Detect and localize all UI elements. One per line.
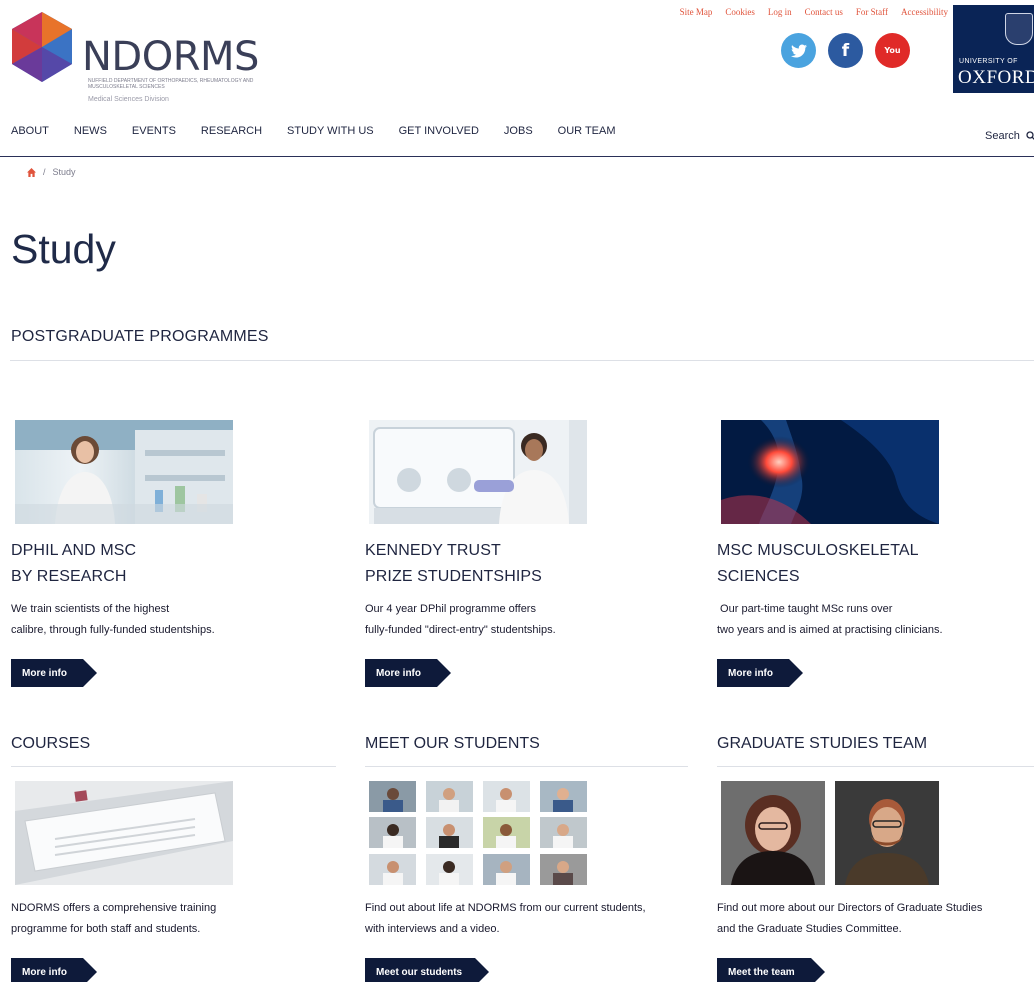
facebook-icon[interactable]: f	[828, 33, 863, 68]
kennedy-title-line1: KENNEDY TRUST	[365, 542, 501, 559]
kennedy-desc-line2: fully-funded "direct-entry" studentships…	[365, 624, 556, 636]
dphil-image[interactable]	[15, 420, 233, 524]
logo-subtitle: Nuffield Department of Orthopaedics, Rhe…	[88, 78, 254, 90]
nav-research[interactable]: RESEARCH	[201, 125, 262, 137]
oxford-crest-icon	[1005, 13, 1033, 45]
meet-students-image-grid[interactable]	[369, 781, 587, 885]
kennedy-trust-description: Our 4 year DPhil programme offers fully-…	[365, 599, 556, 641]
dphil-description: We train scientists of the highest calib…	[11, 599, 215, 641]
kennedy-trust-title[interactable]: KENNEDY TRUST PRIZE STUDENTSHIPS	[365, 538, 542, 590]
nav-news[interactable]: NEWS	[74, 125, 107, 137]
search-icon	[1026, 131, 1034, 141]
meet-students-desc-line2: with interviews and a video.	[365, 923, 500, 935]
search-button[interactable]: Search	[985, 130, 1034, 142]
meet-the-team-button[interactable]: Meet the team	[717, 958, 825, 982]
search-label: Search	[985, 130, 1020, 142]
facebook-glyph: f	[841, 40, 850, 61]
meet-students-desc-line1: Find out about life at NDORMS from our c…	[365, 902, 646, 914]
meet-students-heading[interactable]: MEET OUR STUDENTS	[365, 735, 540, 753]
courses-desc-line1: NDORMS offers a comprehensive training	[11, 902, 217, 914]
social-links: f You	[781, 33, 910, 68]
nav-events[interactable]: EVENTS	[132, 125, 176, 137]
graduate-team-heading[interactable]: GRADUATE STUDIES TEAM	[717, 735, 927, 753]
youtube-glyph: You	[884, 46, 901, 55]
nav-jobs[interactable]: JOBS	[504, 125, 533, 137]
meet-students-description: Find out about life at NDORMS from our c…	[365, 898, 646, 940]
cookies-link[interactable]: Cookies	[725, 7, 755, 17]
for-staff-link[interactable]: For Staff	[856, 7, 888, 17]
dphil-more-info-button[interactable]: More info	[11, 659, 97, 687]
courses-heading[interactable]: COURSES	[11, 735, 90, 753]
page-title: Study	[11, 226, 116, 272]
breadcrumb-current: Study	[52, 167, 76, 177]
nav-divider	[0, 156, 1034, 157]
nav-study-with-us[interactable]: STUDY WITH US	[287, 125, 374, 137]
accessibility-link[interactable]: Accessibility	[901, 7, 948, 17]
breadcrumb: / Study	[27, 167, 76, 177]
nav-get-involved[interactable]: GET INVOLVED	[399, 125, 479, 137]
oxford-line1: UNIVERSITY OF	[959, 58, 1018, 65]
courses-desc-line2: programme for both staff and students.	[11, 923, 201, 935]
msc-desc-line2: two years and is aimed at practising cli…	[717, 624, 943, 636]
logo-division: Medical Sciences Division	[88, 96, 169, 103]
nav-about[interactable]: ABOUT	[11, 125, 49, 137]
courses-description: NDORMS offers a comprehensive training p…	[11, 898, 216, 940]
oxford-line2: OXFORD	[958, 67, 1034, 88]
kennedy-desc-line1: Our 4 year DPhil programme offers	[365, 603, 536, 615]
section-title: POSTGRADUATE PROGRAMMES	[11, 328, 269, 345]
graduate-team-desc-line1: Find out more about our Directors of Gra…	[717, 902, 983, 914]
graduate-team-description: Find out more about our Directors of Gra…	[717, 898, 982, 940]
kennedy-title-line2: PRIZE STUDENTSHIPS	[365, 568, 542, 585]
ndorms-logo[interactable]: NDORMS Nuffield Department of Orthopaedi…	[10, 12, 259, 104]
home-icon[interactable]	[27, 167, 36, 177]
breadcrumb-separator: /	[43, 167, 46, 177]
msc-more-info-button[interactable]: More info	[717, 659, 803, 687]
twitter-icon[interactable]	[781, 33, 816, 68]
main-nav: ABOUT NEWS EVENTS RESEARCH STUDY WITH US…	[11, 125, 641, 137]
logo-wordmark: NDORMS	[82, 34, 259, 80]
oxford-logo[interactable]: UNIVERSITY OF OXFORD	[953, 5, 1034, 93]
dphil-desc-line1: We train scientists of the highest	[11, 603, 170, 615]
dphil-desc-line2: calibre, through fully-funded studentshi…	[11, 624, 215, 636]
dphil-title[interactable]: DPHIL AND MSC BY RESEARCH	[11, 538, 136, 590]
section-divider	[10, 360, 1034, 361]
graduate-team-photos[interactable]	[721, 781, 939, 885]
courses-divider	[11, 766, 336, 767]
nav-our-team[interactable]: OUR TEAM	[558, 125, 616, 137]
msc-title-line1: MSC MUSCULOSKELETAL	[717, 542, 919, 559]
graduate-team-divider	[717, 766, 1034, 767]
courses-more-info-button[interactable]: More info	[11, 958, 97, 982]
meet-our-students-button[interactable]: Meet our students	[365, 958, 489, 982]
kennedy-trust-image[interactable]	[369, 420, 587, 524]
msc-musculoskeletal-title[interactable]: MSC MUSCULOSKELETAL SCIENCES	[717, 538, 919, 590]
site-map-link[interactable]: Site Map	[680, 7, 713, 17]
contact-us-link[interactable]: Contact us	[805, 7, 843, 17]
msc-musculoskeletal-image[interactable]	[721, 420, 939, 524]
login-link[interactable]: Log in	[768, 7, 792, 17]
msc-musculoskeletal-description: Our part-time taught MSc runs over two y…	[717, 599, 943, 641]
courses-image[interactable]	[15, 781, 233, 885]
msc-title-line2: SCIENCES	[717, 568, 800, 585]
youtube-icon[interactable]: You	[875, 33, 910, 68]
hexagon-logo-icon	[12, 12, 72, 82]
utility-links: Site Map Cookies Log in Contact us For S…	[680, 7, 948, 17]
kennedy-trust-more-info-button[interactable]: More info	[365, 659, 451, 687]
graduate-team-desc-line2: and the Graduate Studies Committee.	[717, 923, 902, 935]
dphil-title-line1: DPHIL AND MSC	[11, 542, 137, 559]
dphil-title-line2: BY RESEARCH	[11, 568, 127, 585]
meet-students-divider	[365, 766, 688, 767]
msc-desc-line1: Our part-time taught MSc runs over	[717, 603, 893, 615]
